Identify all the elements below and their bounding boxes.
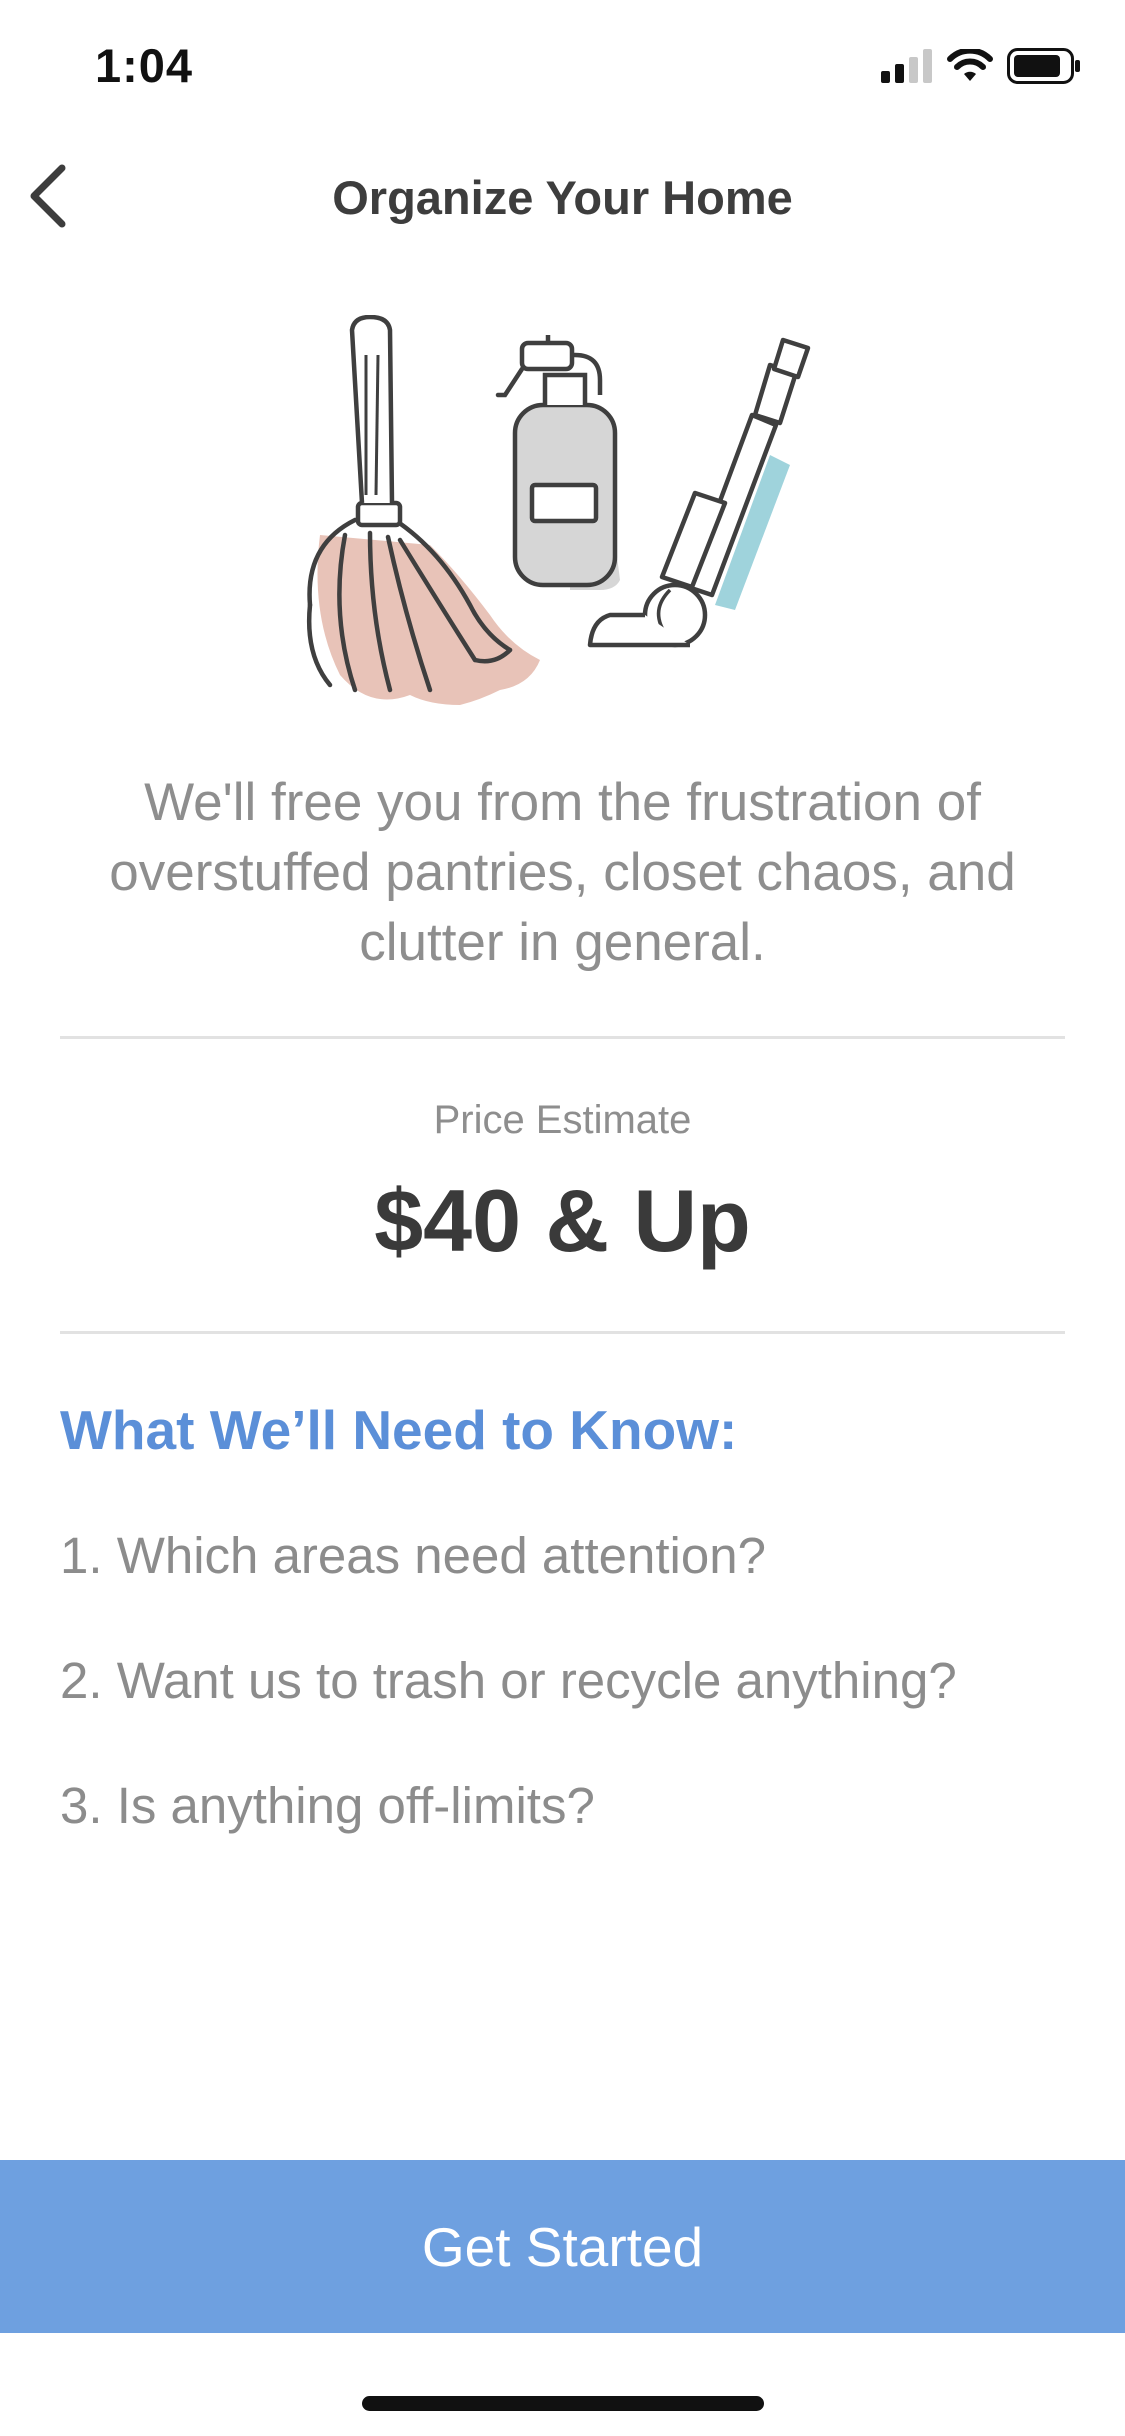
page-title: Organize Your Home: [332, 171, 793, 224]
status-icons: [881, 47, 1081, 89]
questions-list: 1. Which areas need attention? 2. Want u…: [60, 1526, 1080, 1901]
status-bar: 1:04: [0, 0, 1125, 132]
question-item: 3. Is anything off-limits?: [60, 1777, 595, 1834]
signal-icon: [881, 48, 933, 88]
status-time: 1:04: [95, 39, 194, 92]
vacuum-icon: [587, 337, 811, 648]
cleaning-illustration: [300, 314, 820, 715]
needs-heading: What We’ll Need to Know:: [60, 1399, 738, 1461]
divider: [60, 1331, 1065, 1334]
feather-duster-icon: [306, 314, 540, 705]
question-item: 2. Want us to trash or recycle anything?: [60, 1652, 957, 1709]
get-started-button[interactable]: Get Started: [0, 2160, 1125, 2333]
wifi-icon: [947, 47, 993, 88]
spray-bottle-icon: [495, 335, 620, 590]
price-value: $40 & Up: [374, 1171, 751, 1270]
divider: [60, 1036, 1065, 1039]
service-description: We'll free you from the frustration of o…: [109, 773, 1016, 972]
battery-icon: [1007, 47, 1081, 89]
home-indicator: [362, 2396, 764, 2411]
price-label: Price Estimate: [433, 1098, 692, 1142]
question-item: 1. Which areas need attention?: [60, 1527, 766, 1584]
